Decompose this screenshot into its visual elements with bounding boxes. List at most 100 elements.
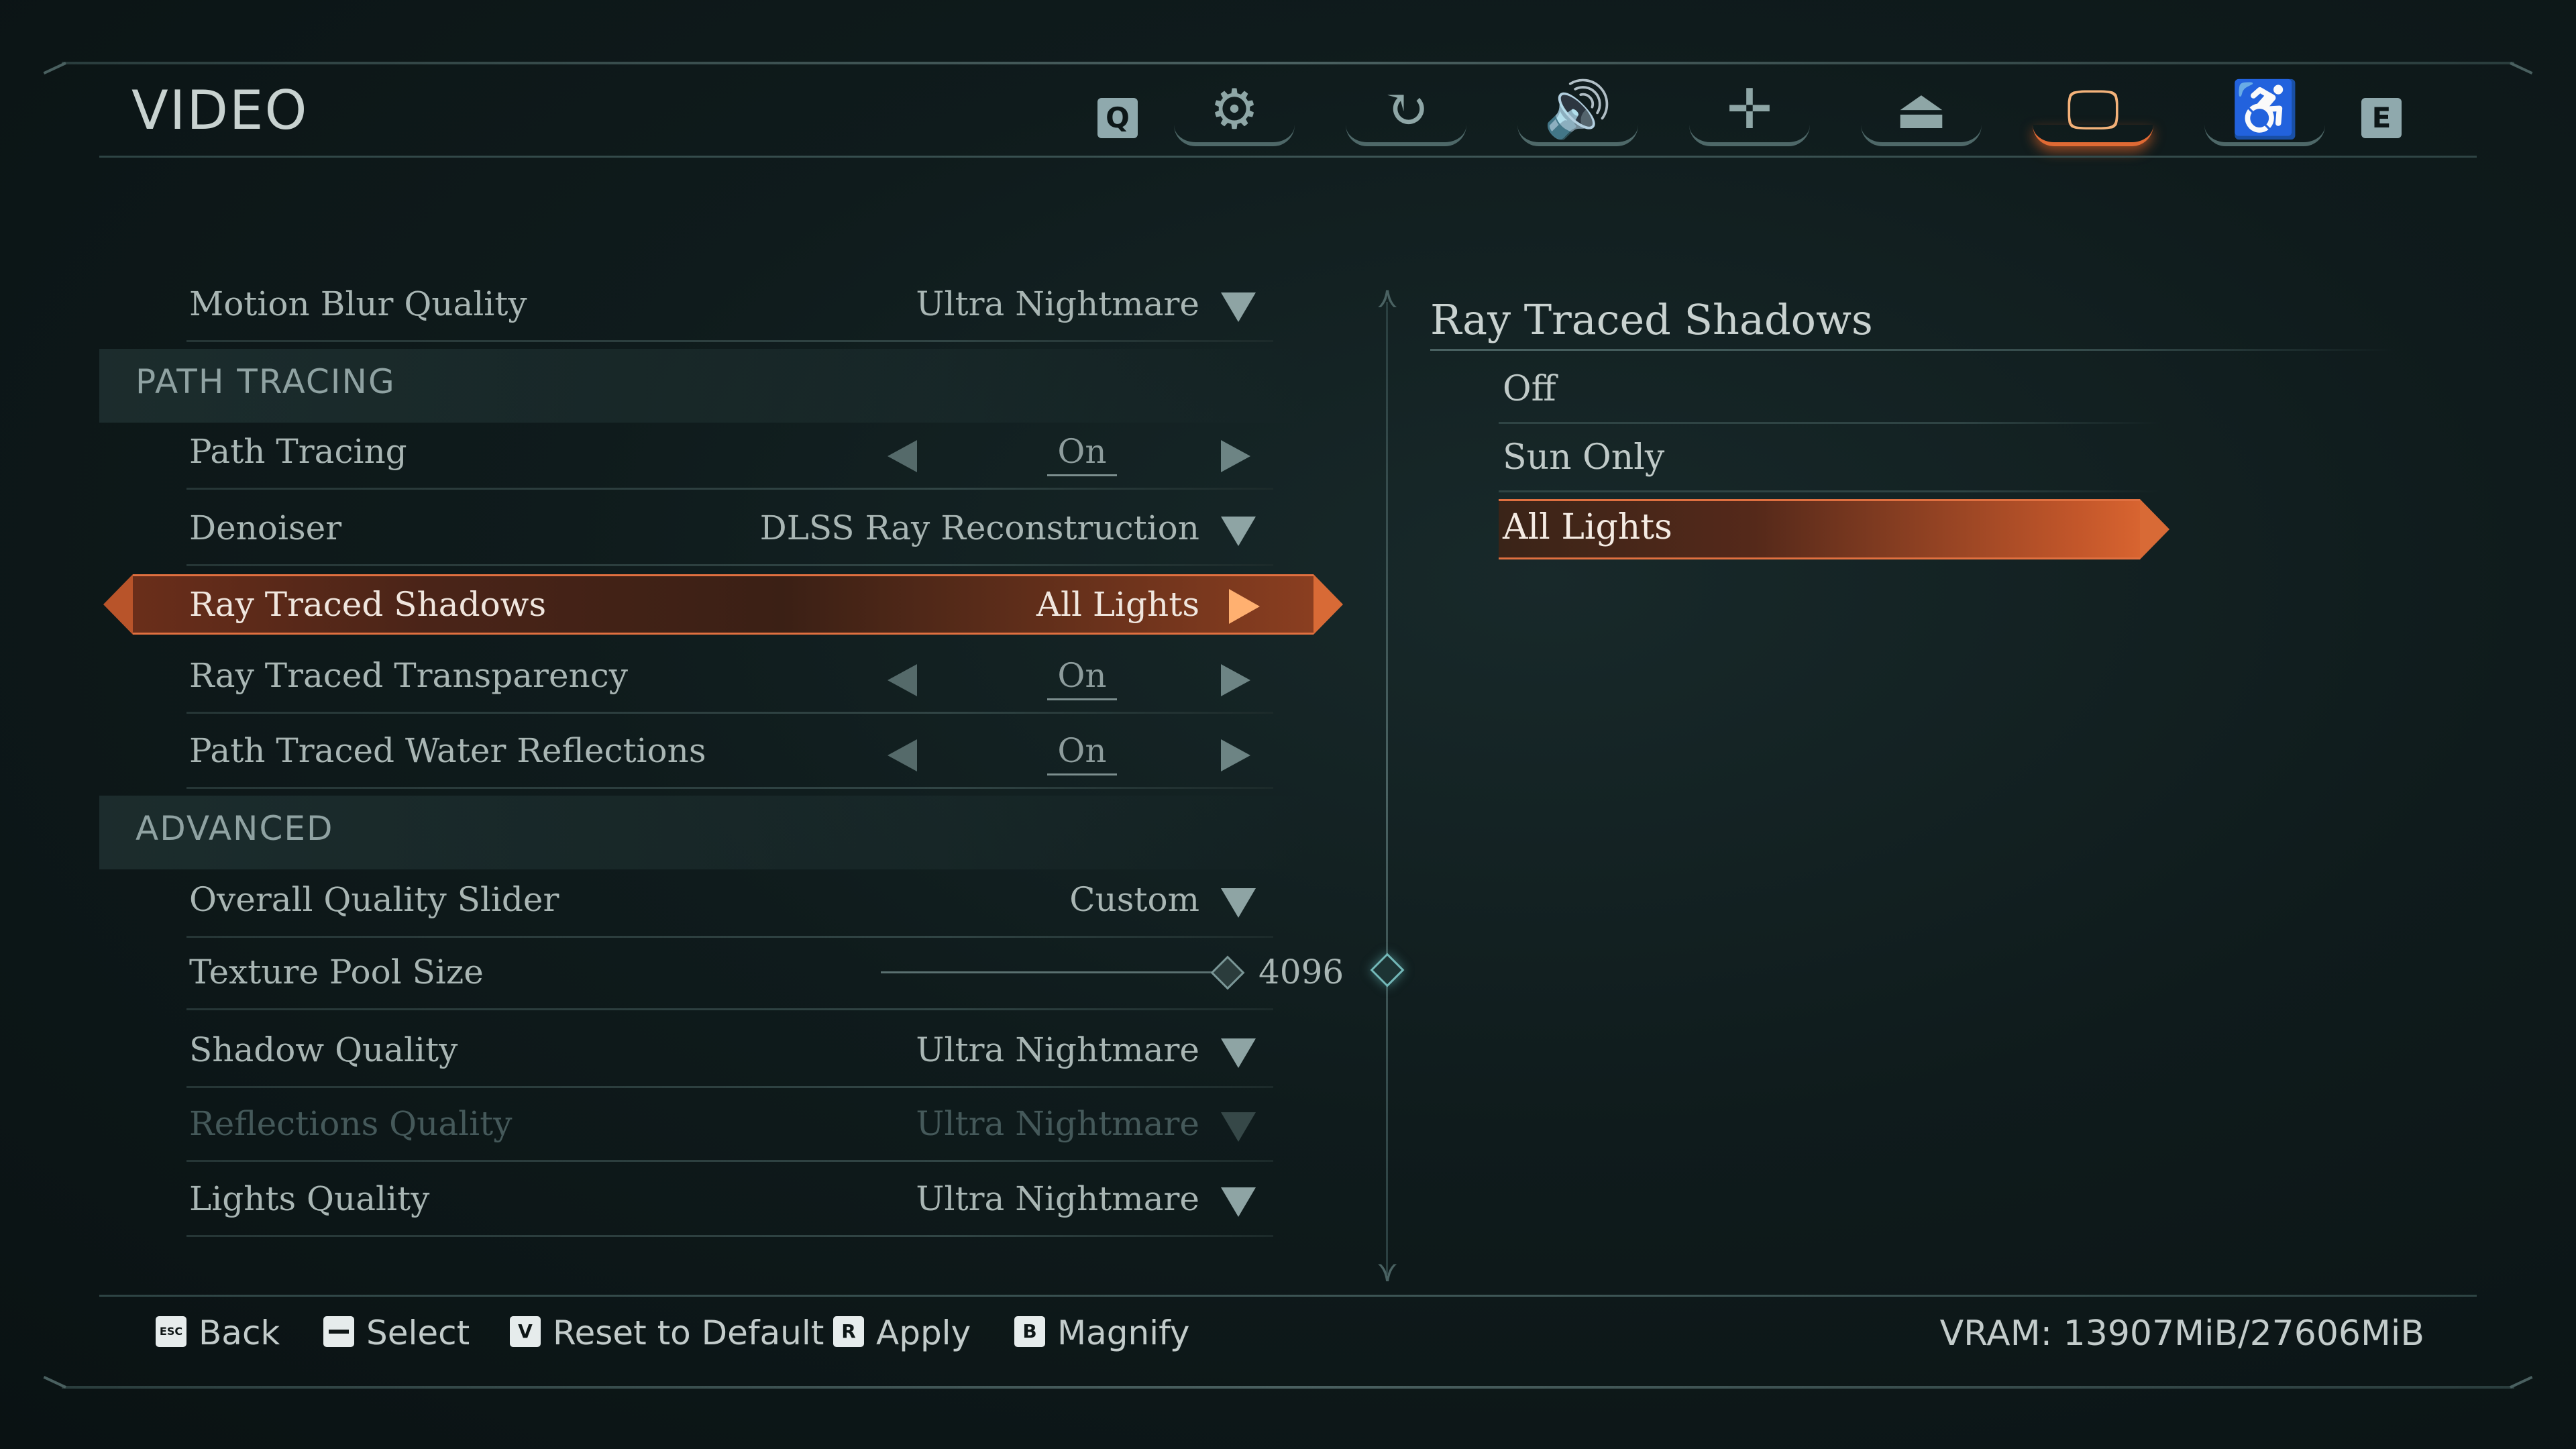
row-divider xyxy=(186,564,1273,566)
row-divider xyxy=(186,787,1273,789)
slider-handle[interactable] xyxy=(1210,955,1245,990)
setting-value: On xyxy=(1022,731,1142,775)
option-label: All Lights xyxy=(1503,507,1672,547)
tab-underline xyxy=(1174,125,1295,146)
divider-top-ornament-icon: ⋏ xyxy=(1377,280,1399,315)
option-sun-only[interactable]: Sun Only xyxy=(1489,425,2160,492)
row-divider xyxy=(186,1008,1273,1010)
b-key-icon: B xyxy=(1014,1316,1045,1347)
tab-underline xyxy=(1346,125,1466,146)
setting-value: Ultra Nightmare xyxy=(916,284,1199,323)
tab-controls[interactable]: ✛ xyxy=(1682,74,1817,148)
prev-tab-key[interactable]: Q xyxy=(1097,98,1138,138)
row-divider xyxy=(186,1160,1273,1162)
frame-top-border xyxy=(62,62,2514,64)
setting-denoiser[interactable]: Denoiser DLSS Ray Reconstruction xyxy=(99,492,1273,566)
tab-game-settings[interactable]: ⚙ xyxy=(1167,74,1301,148)
option-label: Sun Only xyxy=(1503,437,1665,478)
hint-label: Select xyxy=(366,1313,470,1352)
option-all-lights[interactable]: All Lights xyxy=(1489,495,2169,562)
setting-value: Custom xyxy=(1069,880,1199,919)
arrow-right-icon[interactable] xyxy=(1221,440,1250,472)
tab-refresh[interactable]: ↻ xyxy=(1339,74,1473,148)
setting-reflections-quality: Reflections Quality Ultra Nightmare xyxy=(99,1088,1273,1162)
setting-overall-quality-slider[interactable]: Overall Quality Slider Custom xyxy=(99,864,1273,938)
dropdown-triangle-icon[interactable] xyxy=(1221,292,1256,322)
expand-arrow-icon[interactable] xyxy=(1229,589,1260,624)
option-off[interactable]: Off xyxy=(1489,357,2160,424)
slider-track[interactable] xyxy=(881,971,1230,973)
arrow-left-icon[interactable] xyxy=(888,664,917,696)
setting-label: Reflections Quality xyxy=(189,1104,513,1143)
setting-label: Path Traced Water Reflections xyxy=(189,731,706,770)
dropdown-triangle-icon[interactable] xyxy=(1221,888,1256,918)
setting-path-tracing[interactable]: Path Tracing On xyxy=(99,416,1273,490)
arrow-left-icon[interactable] xyxy=(888,739,917,771)
detail-title-divider xyxy=(1430,349,2396,351)
tab-accessibility[interactable]: ♿ xyxy=(2198,74,2332,148)
setting-lights-quality[interactable]: Lights Quality Ultra Nightmare xyxy=(99,1163,1273,1237)
hint-label: Magnify xyxy=(1057,1313,1190,1352)
setting-ray-traced-transparency[interactable]: Ray Traced Transparency On xyxy=(99,640,1273,714)
setting-shadow-quality[interactable]: Shadow Quality Ultra Nightmare xyxy=(99,1014,1273,1088)
v-key-icon: V xyxy=(510,1316,541,1347)
panel-divider xyxy=(1386,302,1388,1275)
scroll-indicator-icon[interactable] xyxy=(1370,953,1405,987)
section-header-path-tracing: PATH TRACING xyxy=(136,362,396,401)
setting-label: Motion Blur Quality xyxy=(189,284,527,323)
hint-label: Back xyxy=(199,1313,280,1352)
setting-label: Texture Pool Size xyxy=(189,953,484,991)
setting-value: On xyxy=(1022,432,1142,476)
dropdown-triangle-icon[interactable] xyxy=(1221,1187,1256,1217)
tab-joystick[interactable]: ⏏ xyxy=(1854,74,1988,148)
setting-value: Ultra Nightmare xyxy=(916,1104,1199,1143)
option-divider xyxy=(1499,490,2160,492)
dropdown-triangle-icon[interactable] xyxy=(1221,517,1256,546)
divider-bottom-ornament-icon: ⋎ xyxy=(1377,1254,1399,1289)
setting-value: DLSS Ray Reconstruction xyxy=(759,508,1199,547)
detail-panel-title: Ray Traced Shadows xyxy=(1430,295,1873,344)
hint-select[interactable]: Select xyxy=(323,1313,470,1352)
dropdown-triangle-icon xyxy=(1221,1112,1256,1142)
tab-audio[interactable]: 🔊 xyxy=(1511,74,1645,148)
hint-label: Apply xyxy=(876,1313,971,1352)
setting-label: Lights Quality xyxy=(189,1179,430,1218)
page-title: VIDEO xyxy=(131,79,309,142)
setting-label: Ray Traced Transparency xyxy=(189,656,628,695)
arrow-left-icon[interactable] xyxy=(888,440,917,472)
setting-label: Ray Traced Shadows xyxy=(189,585,547,624)
setting-label: Denoiser xyxy=(189,508,342,547)
footer-divider xyxy=(99,1295,2477,1297)
hint-magnify[interactable]: B Magnify xyxy=(1014,1313,1189,1352)
arrow-right-icon[interactable] xyxy=(1221,739,1250,771)
setting-value: 4096 xyxy=(1258,953,1344,991)
hint-label: Reset to Default xyxy=(553,1313,824,1352)
hint-back[interactable]: ESC Back xyxy=(156,1313,280,1352)
category-tab-bar: Q ⚙ ↻ 🔊 ✛ ⏏ 🖵 ♿ E xyxy=(1087,74,2428,148)
tab-underline xyxy=(1689,125,1810,146)
header-divider xyxy=(99,156,2477,158)
row-divider xyxy=(186,1235,1273,1237)
tab-underline xyxy=(1861,125,1982,146)
setting-ray-traced-shadows[interactable]: Ray Traced Shadows All Lights xyxy=(99,570,1343,644)
vram-usage: VRAM: 13907MiB/27606MiB xyxy=(1939,1313,2424,1354)
spacebar-key-icon xyxy=(323,1316,354,1347)
option-divider xyxy=(1499,422,2160,424)
tab-underline xyxy=(1517,125,1638,146)
arrow-right-icon[interactable] xyxy=(1221,664,1250,696)
hint-reset-to-default[interactable]: V Reset to Default xyxy=(510,1313,824,1352)
section-header-advanced: ADVANCED xyxy=(136,809,334,848)
tab-underline xyxy=(2033,125,2153,146)
dropdown-triangle-icon[interactable] xyxy=(1221,1038,1256,1068)
next-tab-key[interactable]: E xyxy=(2361,98,2402,138)
setting-texture-pool-size[interactable]: Texture Pool Size 4096 xyxy=(99,936,1344,1010)
setting-label: Shadow Quality xyxy=(189,1030,458,1069)
row-divider xyxy=(186,488,1273,490)
esc-key-icon: ESC xyxy=(156,1316,186,1347)
setting-path-traced-water-reflections[interactable]: Path Traced Water Reflections On xyxy=(99,715,1273,789)
tab-video[interactable]: 🖵 xyxy=(2026,74,2160,148)
setting-value: Ultra Nightmare xyxy=(916,1179,1199,1218)
hint-apply[interactable]: R Apply xyxy=(833,1313,971,1352)
setting-label: Overall Quality Slider xyxy=(189,880,559,919)
setting-motion-blur-quality[interactable]: Motion Blur Quality Ultra Nightmare xyxy=(99,268,1273,342)
